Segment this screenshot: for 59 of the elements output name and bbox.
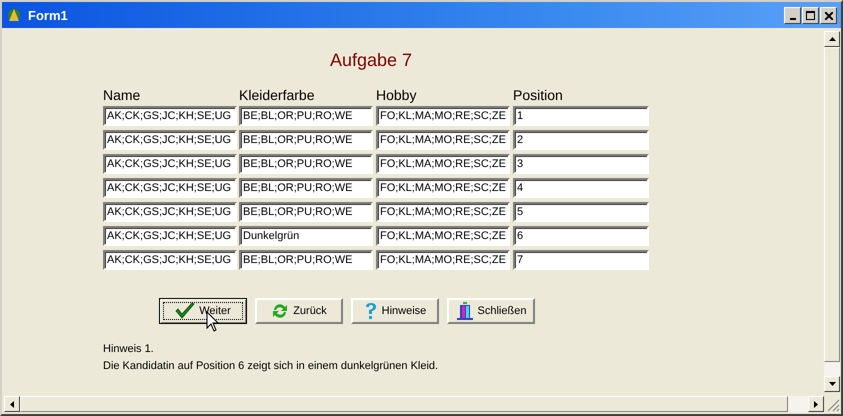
scroll-right-button[interactable] (808, 396, 824, 412)
input-field[interactable]: FO;KL;MA;MO;RE;SC;ZE (376, 154, 510, 174)
app-icon (6, 7, 22, 23)
refresh-icon (271, 302, 290, 320)
maximize-button[interactable] (802, 6, 819, 24)
left-arrow-icon (10, 400, 14, 408)
input-field[interactable]: AK;CK;GS;JC;KH;SE;UG (103, 106, 237, 126)
input-field[interactable]: AK;CK;GS;JC;KH;SE;UG (103, 154, 237, 174)
minimize-icon (790, 18, 796, 20)
hint-text: Die Kandidatin auf Position 6 zeigt sich in einem dunkelgrünen Kleid. (103, 360, 440, 373)
input-field[interactable]: FO;KL;MA;MO;RE;SC;ZE (376, 178, 510, 198)
up-arrow-icon (828, 37, 836, 41)
hint-text: Hinweis 1. (103, 343, 155, 356)
input-field[interactable]: BE;BL;OR;PU;RO;WE (239, 154, 373, 174)
input-field[interactable]: 6 (513, 226, 649, 246)
form-button[interactable]: Schließen (447, 298, 535, 324)
form-heading: Aufgabe 7 (328, 50, 414, 72)
input-field[interactable]: BE;BL;OR;PU;RO;WE (239, 130, 373, 150)
input-field[interactable]: BE;BL;OR;PU;RO;WE (239, 106, 373, 126)
input-field[interactable]: AK;CK;GS;JC;KH;SE;UG (103, 250, 237, 270)
scroll-up-button[interactable] (824, 31, 840, 47)
input-field[interactable]: FO;KL;MA;MO;RE;SC;ZE (376, 130, 510, 150)
maximize-icon (806, 10, 815, 20)
input-field[interactable]: 4 (513, 178, 649, 198)
column-header: Position (513, 87, 564, 104)
column-header: Kleiderfarbe (239, 87, 316, 104)
input-field[interactable]: FO;KL;MA;MO;RE;SC;ZE (376, 250, 510, 270)
input-field[interactable]: FO;KL;MA;MO;RE;SC;ZE (376, 202, 510, 222)
input-field[interactable]: 3 (513, 154, 649, 174)
input-field[interactable]: AK;CK;GS;JC;KH;SE;UG (103, 178, 237, 198)
scroll-left-button[interactable] (4, 396, 20, 412)
question-mark-icon (364, 302, 378, 320)
scroll-down-button[interactable] (824, 376, 840, 392)
input-field[interactable]: 2 (513, 130, 649, 150)
column-header: Hobby (376, 87, 418, 104)
window-title: Form1 (28, 8, 69, 22)
input-field[interactable]: AK;CK;GS;JC;KH;SE;UG (103, 130, 237, 150)
door-icon (456, 302, 474, 320)
checkmark-icon (175, 302, 196, 320)
input-field[interactable]: BE;BL;OR;PU;RO;WE (239, 250, 373, 270)
input-field[interactable]: 7 (513, 250, 649, 270)
form-button[interactable]: Hinweise (351, 298, 439, 324)
input-field[interactable]: BE;BL;OR;PU;RO;WE (239, 202, 373, 222)
right-arrow-icon (814, 400, 818, 408)
input-field[interactable]: AK;CK;GS;JC;KH;SE;UG (103, 202, 237, 222)
input-field[interactable]: FO;KL;MA;MO;RE;SC;ZE (376, 106, 510, 126)
input-field[interactable]: Dunkelgrün (239, 226, 373, 246)
input-field[interactable]: AK;CK;GS;JC;KH;SE;UG (103, 226, 237, 246)
column-header: Name (103, 87, 142, 104)
close-icon (824, 12, 832, 20)
input-field[interactable]: 1 (513, 106, 649, 126)
input-field[interactable]: FO;KL;MA;MO;RE;SC;ZE (376, 226, 510, 246)
close-button[interactable] (820, 6, 837, 24)
down-arrow-icon (828, 382, 836, 386)
minimize-button[interactable] (784, 6, 801, 24)
input-field[interactable]: 5 (513, 202, 649, 222)
form-button[interactable]: Weiter (159, 298, 247, 324)
input-field[interactable]: BE;BL;OR;PU;RO;WE (239, 178, 373, 198)
form-button[interactable]: Zurück (255, 298, 343, 324)
